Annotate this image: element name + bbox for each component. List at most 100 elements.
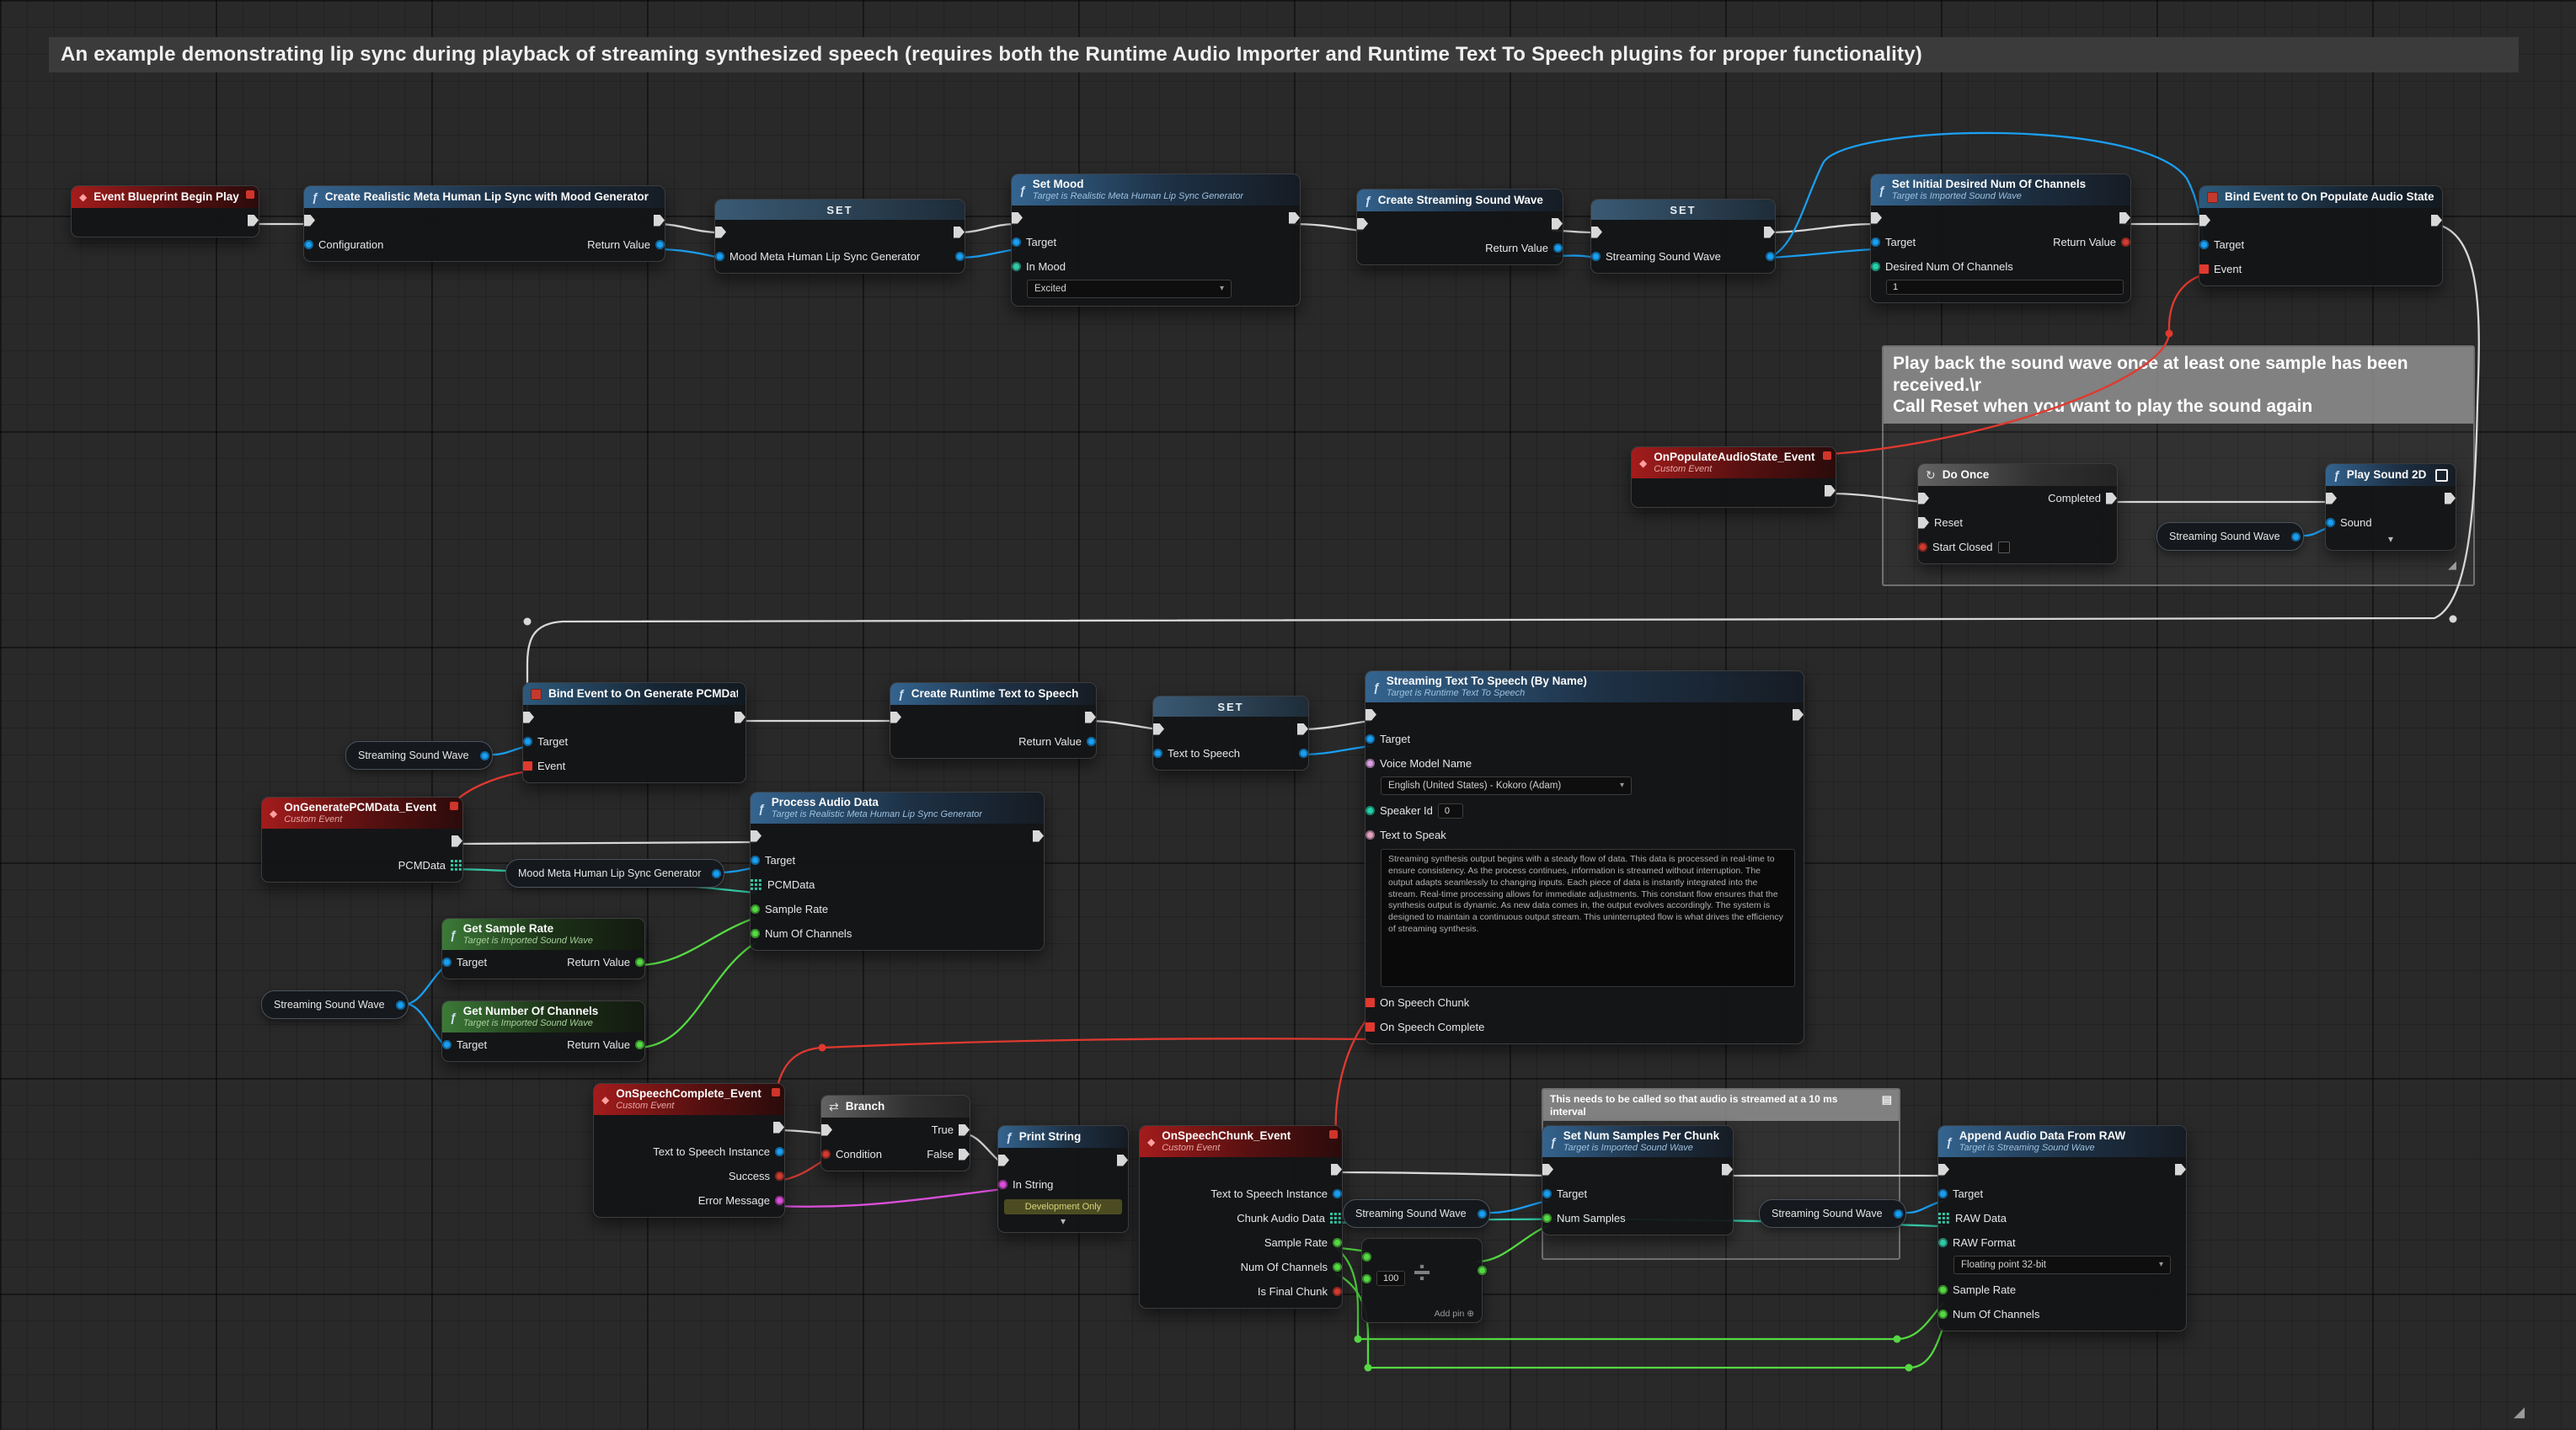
bool-pin[interactable]: [1333, 1287, 1342, 1296]
canvas-resize-grip-icon[interactable]: ◢: [2514, 1405, 2525, 1419]
wire-exec-10[interactable]: [1301, 721, 1370, 729]
exec-pin[interactable]: [1764, 227, 1775, 238]
object-pin[interactable]: [1012, 237, 1021, 247]
delegate-icon[interactable]: [1329, 1130, 1338, 1139]
streaming-sound-wave-pill-2[interactable]: Streaming Sound Wave: [345, 741, 493, 770]
object-pin[interactable]: [2326, 518, 2335, 527]
array-pin[interactable]: [1330, 1213, 1342, 1225]
delegate-icon[interactable]: [450, 802, 458, 810]
exec-pin[interactable]: [959, 1124, 970, 1136]
wire-exec-9[interactable]: [1088, 721, 1157, 729]
wire-exec-3[interactable]: [1292, 224, 1361, 231]
checkbox[interactable]: [1998, 542, 2010, 553]
float-pin[interactable]: [751, 929, 760, 938]
streaming-text-to-speech-by-name[interactable]: ƒStreaming Text To Speech (By Name)Targe…: [1365, 670, 1804, 1044]
object-pin[interactable]: [1542, 1189, 1552, 1198]
float-pin[interactable]: [1542, 1214, 1552, 1223]
object-pin[interactable]: [1153, 749, 1162, 758]
object-pin[interactable]: [655, 240, 665, 249]
delegate-icon[interactable]: [246, 190, 254, 199]
float-pin[interactable]: [1478, 1266, 1487, 1275]
exec-pin[interactable]: [1825, 485, 1836, 497]
object-pin[interactable]: [775, 1147, 784, 1156]
object-pin[interactable]: [442, 958, 452, 967]
exec-pin[interactable]: [2106, 493, 2117, 504]
object-pin[interactable]: [715, 252, 724, 261]
wire-exec-11[interactable]: [1828, 494, 1922, 502]
wire-exec-2[interactable]: [959, 224, 1016, 232]
text-to-speak-input[interactable]: Streaming synthesis output begins with a…: [1381, 849, 1795, 987]
exec-pin[interactable]: [2326, 493, 2337, 504]
float-pin[interactable]: [635, 1040, 644, 1049]
on-speech-complete-event[interactable]: ◆OnSpeechComplete_EventCustom EventText …: [593, 1083, 785, 1218]
create-streaming-sound-wave[interactable]: ƒCreate Streaming Sound WaveReturn Value: [1356, 189, 1563, 265]
exec-pin[interactable]: [735, 712, 746, 723]
object-pin[interactable]: [1894, 1209, 1903, 1219]
object-pin[interactable]: [2199, 240, 2209, 249]
wire-exec-13[interactable]: [455, 842, 755, 844]
bool-pin[interactable]: [821, 1150, 831, 1159]
reroute-dot[interactable]: [1355, 1336, 1362, 1343]
wire-exec-1[interactable]: [657, 224, 719, 232]
object-pin[interactable]: [1938, 1189, 1948, 1198]
bind-event-to-on-generate-pcm-data[interactable]: Bind Event to On Generate PCMDataTargetE…: [522, 682, 746, 783]
exec-pin[interactable]: [1085, 712, 1096, 723]
exec-pin[interactable]: [2175, 1164, 2186, 1176]
set-num-samples-per-chunk[interactable]: ƒSet Num Samples Per ChunkTarget is Impo…: [1542, 1125, 1734, 1235]
object-pin[interactable]: [396, 1000, 405, 1010]
wire-object-29[interactable]: [1491, 1201, 1547, 1213]
exec-pin[interactable]: [2445, 493, 2456, 504]
bool-pin[interactable]: [2121, 237, 2130, 247]
object-pin[interactable]: [1333, 1189, 1342, 1198]
wire-object-18[interactable]: [657, 249, 719, 258]
expand-chevron-icon[interactable]: ▾: [2326, 535, 2456, 546]
exec-pin[interactable]: [998, 1155, 1009, 1166]
get-sample-rate[interactable]: ƒGet Sample RateTarget is Imported Sound…: [441, 918, 645, 979]
exec-pin[interactable]: [1033, 830, 1044, 842]
reroute-dot[interactable]: [1894, 1336, 1901, 1343]
exec-pin[interactable]: [751, 830, 762, 842]
delegate-icon[interactable]: [1823, 451, 1831, 460]
object-pin[interactable]: [1087, 737, 1096, 746]
int-pin[interactable]: [1871, 262, 1880, 271]
object-pin[interactable]: [1365, 734, 1375, 744]
exec-pin[interactable]: [715, 227, 726, 238]
float-pin[interactable]: [1333, 1238, 1342, 1247]
name-pin[interactable]: [1365, 759, 1375, 768]
create-realistic-lipsync-generator[interactable]: ƒCreate Realistic Meta Human Lip Sync wi…: [303, 185, 665, 262]
delegate-pin[interactable]: [523, 761, 532, 771]
wire-exec-5[interactable]: [1767, 224, 1875, 232]
on-speech-chunk-event[interactable]: ◆OnSpeechChunk_EventCustom EventText to …: [1139, 1125, 1343, 1309]
set-streaming-sound-wave-variable[interactable]: SETStreaming Sound Wave: [1590, 199, 1776, 274]
set-text-to-speech-variable[interactable]: SETText to Speech: [1152, 696, 1309, 771]
exec-pin[interactable]: [1918, 493, 1929, 504]
exec-pin[interactable]: [821, 1124, 832, 1136]
exec-pin[interactable]: [1552, 218, 1563, 230]
wire-exec-16[interactable]: [1336, 1172, 1547, 1176]
object-pin[interactable]: [480, 751, 489, 760]
exec-pin[interactable]: [954, 227, 965, 238]
exec-pin[interactable]: [1793, 709, 1804, 721]
text-pin[interactable]: [1365, 830, 1375, 840]
object-pin[interactable]: [442, 1040, 452, 1049]
set-initial-desired-num-of-channels[interactable]: ƒSet Initial Desired Num Of ChannelsTarg…: [1870, 173, 2131, 303]
object-pin[interactable]: [955, 252, 965, 261]
divisor-input[interactable]: 100: [1376, 1271, 1405, 1286]
object-pin[interactable]: [304, 240, 313, 249]
exec-pin[interactable]: [523, 712, 534, 723]
exec-pin[interactable]: [2431, 215, 2442, 227]
array-pin[interactable]: [1938, 1213, 1950, 1225]
reroute-dot[interactable]: [1365, 1364, 1372, 1372]
string-pin[interactable]: [998, 1180, 1007, 1189]
object-pin[interactable]: [712, 869, 721, 878]
exec-pin[interactable]: [654, 215, 665, 227]
exec-pin[interactable]: [1117, 1155, 1128, 1166]
object-pin[interactable]: [751, 856, 760, 865]
float-pin[interactable]: [1362, 1252, 1371, 1262]
voice-model-dropdown[interactable]: English (United States) - Kokoro (Adam)▾: [1381, 776, 1632, 795]
delegate-pin[interactable]: [1365, 998, 1375, 1007]
streaming-sound-wave-pill-5[interactable]: Streaming Sound Wave: [1759, 1199, 1906, 1228]
append-audio-data-from-raw[interactable]: ƒAppend Audio Data From RAWTarget is Str…: [1937, 1125, 2187, 1331]
object-pin[interactable]: [1591, 252, 1601, 261]
object-pin[interactable]: [523, 737, 532, 746]
